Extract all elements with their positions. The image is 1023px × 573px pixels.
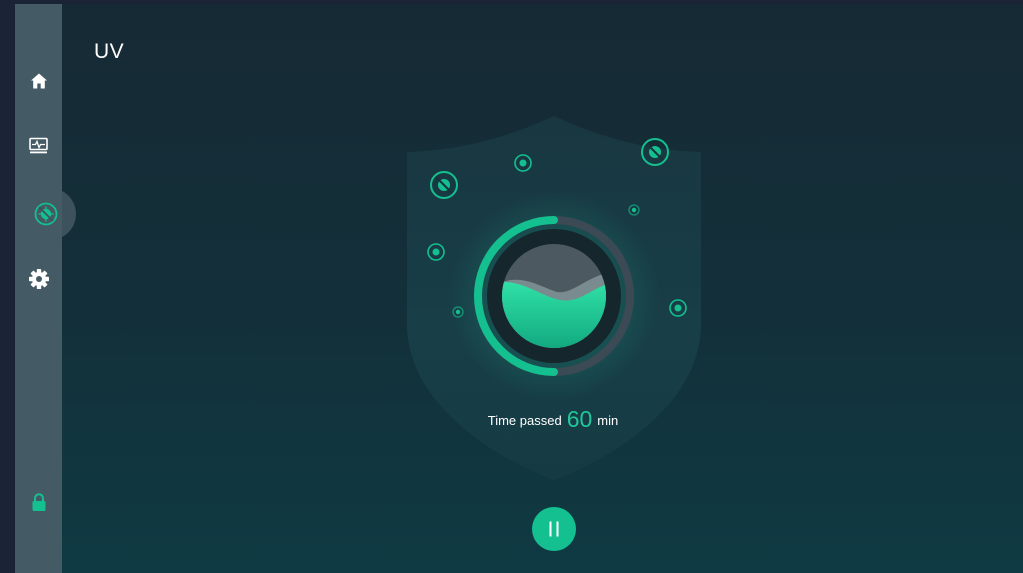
time-passed-label: Time passed xyxy=(487,413,562,428)
time-passed-readout: Time passed 60 min xyxy=(398,406,708,433)
time-passed-unit: min xyxy=(597,413,619,428)
time-passed-value: 60 xyxy=(566,406,593,432)
app-window: UV Time passed 60 min xyxy=(15,4,1023,573)
pause-icon xyxy=(549,521,559,537)
uv-timer-visual xyxy=(407,116,701,480)
pause-button[interactable] xyxy=(532,507,576,551)
